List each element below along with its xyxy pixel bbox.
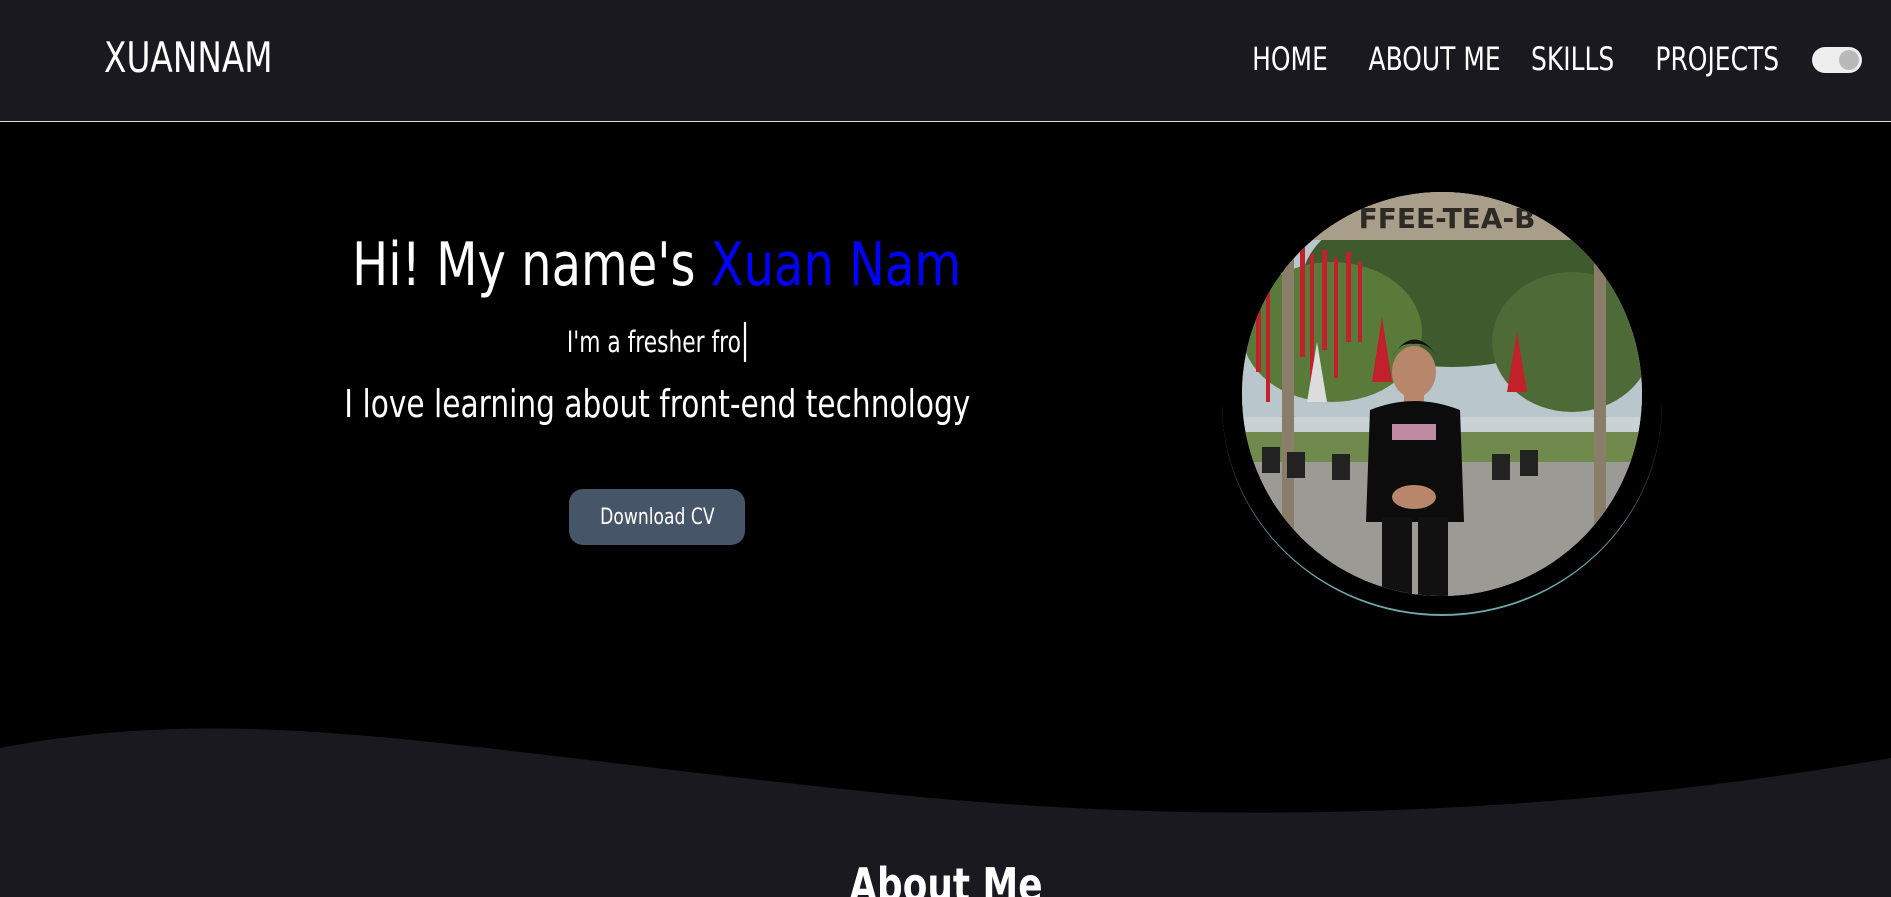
- download-cv-button[interactable]: Download CV: [569, 489, 745, 545]
- about-heading: About Me: [0, 858, 1891, 897]
- profile-photo: FFEE-TEA-B: [1242, 192, 1642, 596]
- page: XUANNAM HOME ABOUT ME SKILLS PROJECTS Hi…: [0, 0, 1891, 897]
- hero-tagline: I love learning about front-end technolo…: [0, 382, 1314, 426]
- site-logo[interactable]: XUANNAM: [104, 30, 273, 86]
- about-heading-text: About Me: [848, 858, 1043, 897]
- download-cv-label: Download CV: [599, 504, 715, 530]
- nav-home[interactable]: HOME: [1228, 36, 1353, 82]
- nav-projects[interactable]: PROJECTS: [1655, 36, 1779, 82]
- profile-photo-illustration: FFEE-TEA-B: [1242, 192, 1642, 596]
- tagline-text: I love learning about front-end technolo…: [343, 382, 971, 426]
- theme-toggle-knob: [1839, 50, 1859, 70]
- theme-toggle[interactable]: [1812, 47, 1862, 73]
- typed-text: I'm a fresher fro: [567, 322, 747, 362]
- hero-title: Hi! My name's Xuan Nam: [0, 230, 1314, 300]
- nav-skills[interactable]: SKILLS: [1531, 36, 1614, 82]
- sign-text: FFEE-TEA-B: [1359, 202, 1536, 235]
- hero-name: Xuan Nam: [711, 230, 962, 300]
- nav-about-me[interactable]: ABOUT ME: [1369, 36, 1501, 82]
- site-header: XUANNAM HOME ABOUT ME SKILLS PROJECTS: [0, 0, 1891, 122]
- typed-subtitle: I'm a fresher fro: [0, 322, 1314, 362]
- hero-greeting: Hi! My name's: [352, 230, 712, 300]
